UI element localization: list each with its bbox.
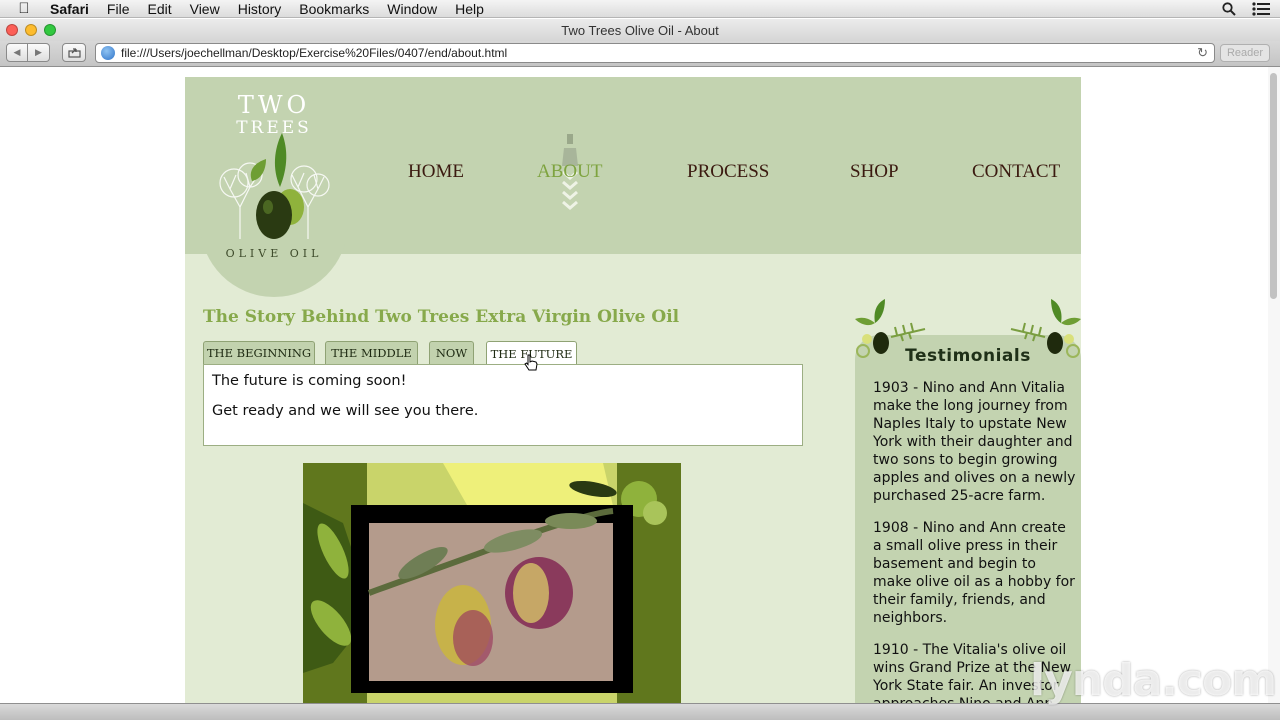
lynda-watermark: lynda.com — [1030, 655, 1277, 706]
nav-contact[interactable]: CONTACT — [972, 161, 1060, 183]
menu-bar:  Safari File Edit View History Bookmark… — [0, 0, 1280, 18]
testimonials-heading: Testimonials — [905, 346, 1031, 366]
spotlight-search-icon[interactable] — [1222, 2, 1236, 16]
story-heading: The Story Behind Two Trees Extra Virgin … — [203, 307, 680, 327]
globe-icon — [101, 46, 115, 60]
address-bar[interactable]: file:///Users/joechellman/Desktop/Exerci… — [95, 43, 1215, 63]
logo-text-two: TWO — [237, 91, 311, 119]
site-page: TWO TREES OLIVE OIL HOME ABOUT PROCESS S… — [185, 77, 1081, 703]
window-title-bar: Two Trees Olive Oil - About — [0, 19, 1280, 41]
menu-help[interactable]: Help — [446, 0, 493, 18]
menu-window[interactable]: Window — [378, 0, 446, 18]
menu-app-safari[interactable]: Safari — [48, 0, 98, 18]
hand-cursor-icon — [524, 354, 538, 371]
notification-list-icon[interactable] — [1252, 2, 1270, 16]
nav-home[interactable]: HOME — [408, 161, 464, 183]
address-text: file:///Users/joechellman/Desktop/Exerci… — [121, 46, 508, 60]
share-button[interactable] — [62, 43, 86, 62]
nav-about[interactable]: ABOUT — [537, 161, 602, 183]
browser-toolbar: ◀ ▶ file:///Users/joechellman/Desktop/Ex… — [0, 41, 1280, 67]
tab-now[interactable]: NOW — [429, 341, 474, 364]
olive-branch-image — [303, 463, 681, 703]
menu-file[interactable]: File — [98, 0, 139, 18]
tab-panel-line-2: Get ready and we will see you there. — [212, 403, 479, 419]
window-title: Two Trees Olive Oil - About — [561, 22, 719, 38]
reader-button[interactable]: Reader — [1220, 44, 1270, 62]
site-logo[interactable]: TWO TREES OLIVE OIL — [200, 77, 348, 297]
back-button[interactable]: ◀ — [6, 43, 28, 62]
zoom-window-icon[interactable] — [44, 24, 56, 36]
web-viewport: TWO TREES OLIVE OIL HOME ABOUT PROCESS S… — [0, 67, 1280, 703]
tab-the-beginning[interactable]: THE BEGINNING — [203, 341, 315, 364]
forward-button[interactable]: ▶ — [28, 43, 50, 62]
menu-edit[interactable]: Edit — [138, 0, 180, 18]
tab-the-middle[interactable]: THE MIDDLE — [325, 341, 418, 364]
apple-menu-icon[interactable]:  — [0, 0, 48, 17]
minimize-window-icon[interactable] — [25, 24, 37, 36]
menu-view[interactable]: View — [181, 0, 229, 18]
menu-bookmarks[interactable]: Bookmarks — [290, 0, 378, 18]
share-icon — [67, 48, 81, 58]
menu-history[interactable]: History — [229, 0, 291, 18]
tab-panel-line-1: The future is coming soon! — [212, 373, 407, 389]
vertical-scrollbar[interactable] — [1268, 67, 1280, 703]
logo-text-olive-oil: OLIVE OIL — [225, 247, 323, 260]
scrollbar-thumb[interactable] — [1270, 73, 1277, 299]
tab-panel-the-future: The future is coming soon! Get ready and… — [203, 364, 803, 446]
testimonials-panel: Testimonials 1903 - Nino and Ann Vitalia… — [855, 299, 1081, 703]
nav-shop[interactable]: SHOP — [850, 161, 899, 183]
testimonial-entry-1903: 1903 - Nino and Ann Vitalia make the lon… — [873, 380, 1076, 504]
testimonial-entry-1908: 1908 - Nino and Ann create a small olive… — [873, 520, 1075, 626]
window-controls — [6, 24, 56, 36]
nav-process[interactable]: PROCESS — [687, 161, 769, 183]
olive-tree-icon — [219, 133, 330, 239]
close-window-icon[interactable] — [6, 24, 18, 36]
olive-photo-slideshow — [303, 463, 681, 703]
history-nav: ◀ ▶ — [6, 43, 50, 62]
reload-icon[interactable]: ↻ — [1197, 45, 1208, 61]
